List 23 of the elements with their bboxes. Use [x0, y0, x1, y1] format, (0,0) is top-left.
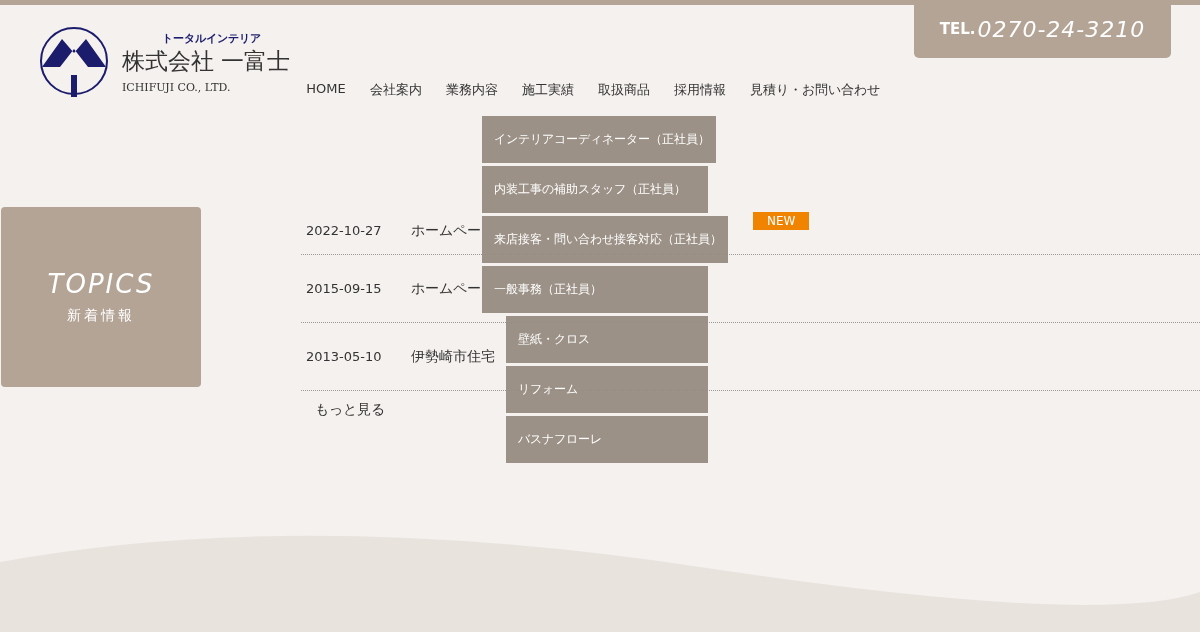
nav-link[interactable]: HOME — [306, 81, 346, 99]
nav-link[interactable]: 施工実績 — [521, 81, 574, 99]
company-english-name: ICHIFUJI CO., LTD. — [122, 80, 232, 94]
new-badge: NEW — [753, 212, 810, 230]
more-link[interactable]: もっと見る — [315, 401, 385, 419]
logo-icon — [38, 27, 110, 97]
nav-link[interactable]: 取扱商品 — [597, 81, 650, 99]
phone-number: 0270-24-3210 — [977, 16, 1146, 42]
logo-tagline: トータルインテリア — [162, 30, 262, 46]
nav-link[interactable]: 業務内容 — [445, 81, 498, 99]
topics-subtitle: 新着情報 — [67, 307, 135, 325]
news-date: 2013-05-10 — [306, 349, 383, 364]
news-date: 2015-09-15 — [306, 281, 383, 296]
news-title[interactable]: 伊勢崎市住宅 — [411, 347, 495, 366]
topics-title: TOPICS — [47, 269, 155, 299]
nav-link[interactable]: 採用情報 — [673, 81, 726, 99]
tel-label: TEL. — [939, 20, 976, 38]
news-date: 2022-10-27 — [306, 223, 383, 238]
company-name: 株式会社 一富士 — [122, 46, 291, 76]
news-title[interactable]: ホームペー — [411, 221, 481, 240]
news-title[interactable]: ホームペー — [411, 279, 481, 298]
nav-link[interactable]: 会社案内 — [369, 81, 422, 99]
nav-link[interactable]: 見積り・お問い合わせ — [749, 81, 880, 99]
